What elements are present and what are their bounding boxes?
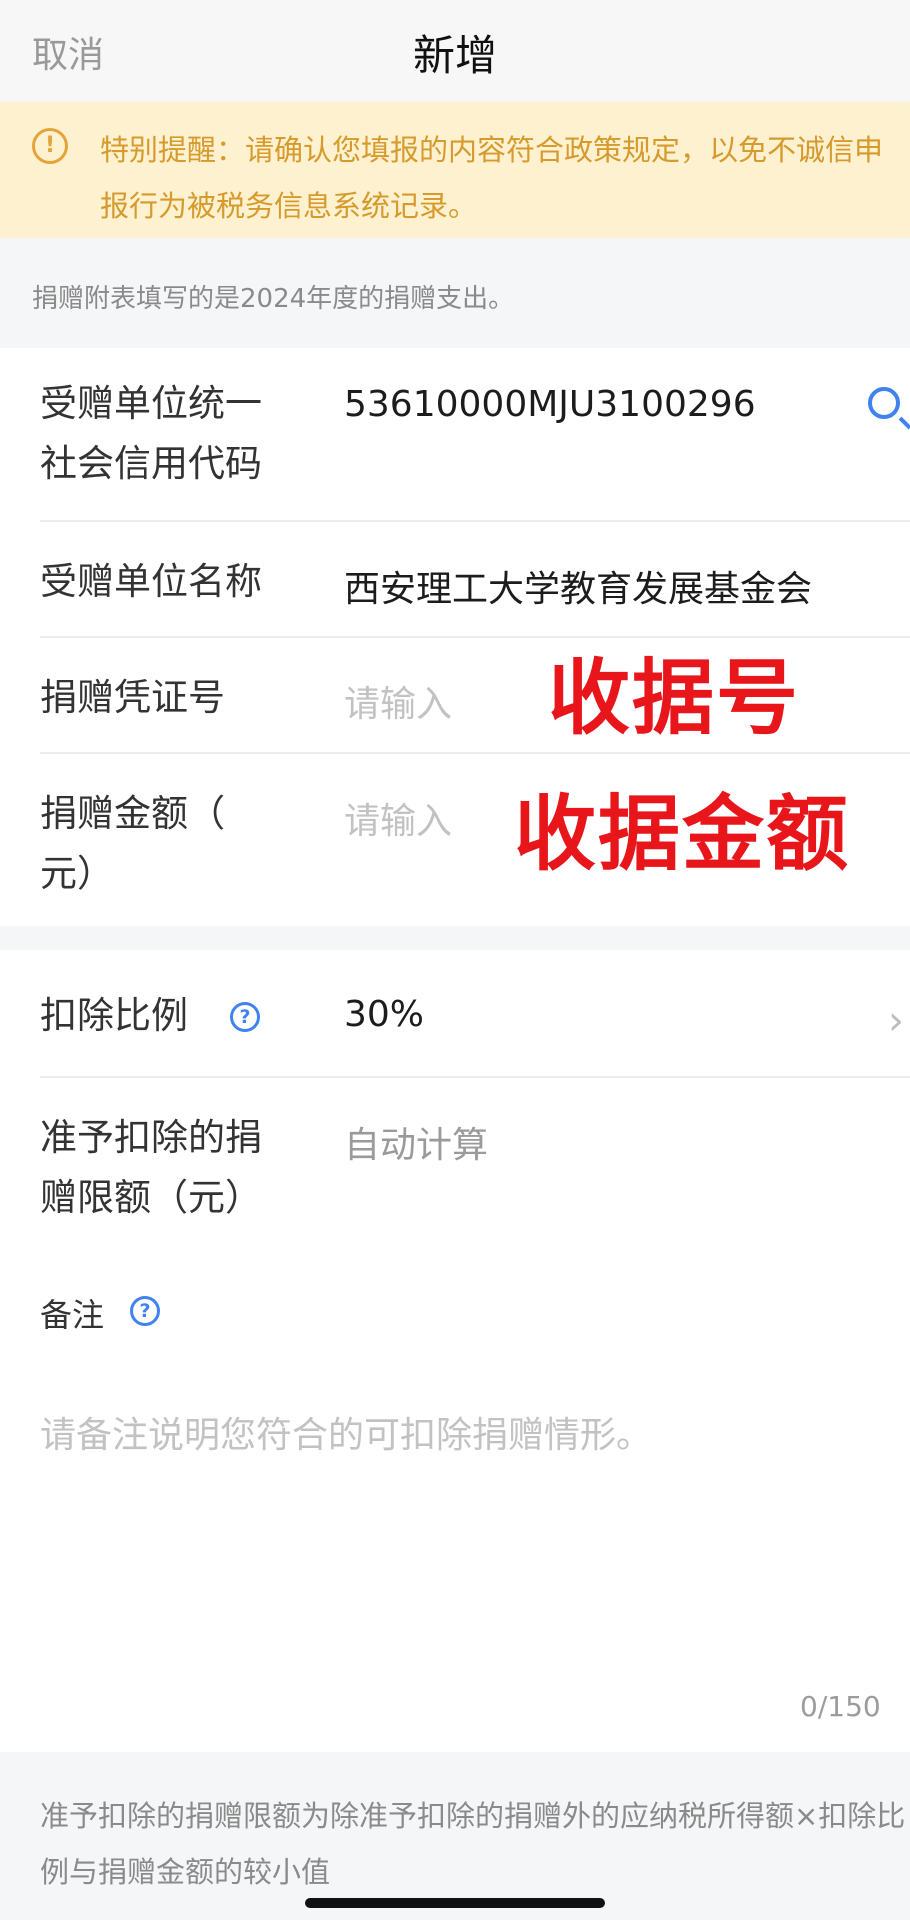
- cancel-button[interactable]: 取消: [32, 26, 104, 78]
- char-counter: 0/150: [800, 1690, 881, 1723]
- chevron-right-icon[interactable]: ›: [888, 998, 904, 1044]
- recipient-code-label: 受赠单位统一 社会信用代码: [40, 382, 262, 485]
- remark-label: 备注: [40, 1296, 105, 1334]
- amount-annotation: 收据金额: [514, 787, 851, 882]
- exclamation-circle-icon: !: [32, 128, 68, 164]
- deduction-limit-label: 准予扣除的捐 赠限额（元）: [40, 1116, 262, 1219]
- deduction-limit-value: 自动计算: [344, 1125, 489, 1166]
- deduction-ratio-select[interactable]: 30%: [344, 994, 424, 1035]
- footnote-text: 准予扣除的捐赠限额为除准予扣除的捐赠外的应纳税所得额×扣除比例与捐赠金额的较小值: [40, 1799, 906, 1889]
- divider: [40, 636, 910, 638]
- info-text: 捐赠附表填写的是2024年度的捐赠支出。: [32, 284, 515, 314]
- help-icon[interactable]: ?: [130, 1296, 160, 1326]
- donation-amount-label: 捐赠金额（ 元）: [40, 792, 225, 895]
- recipient-code-field[interactable]: 53610000MJU3100296: [344, 384, 756, 425]
- voucher-number-label: 捐赠凭证号: [40, 676, 225, 719]
- help-icon[interactable]: ?: [230, 1002, 260, 1032]
- search-icon[interactable]: [868, 387, 900, 419]
- recipient-name-field[interactable]: 西安理工大学教育发展基金会: [344, 560, 812, 612]
- divider: [40, 520, 910, 522]
- remark-textarea[interactable]: 请备注说明您符合的可扣除捐赠情形。: [40, 1406, 890, 1676]
- divider: [40, 752, 910, 754]
- voucher-number-input[interactable]: 请输入: [344, 675, 452, 727]
- deduction-ratio-label: 扣除比例: [40, 994, 188, 1037]
- donation-amount-input[interactable]: 请输入: [344, 792, 452, 844]
- page-title: 新增: [412, 31, 497, 80]
- recipient-name-label: 受赠单位名称: [40, 560, 262, 603]
- home-indicator[interactable]: [305, 1898, 605, 1908]
- warning-text: 特别提醒：请确认您填报的内容符合政策规定，以免不诚信申报行为被税务信息系统记录。: [100, 133, 884, 223]
- divider: [40, 1076, 910, 1078]
- voucher-annotation: 收据号: [548, 651, 801, 746]
